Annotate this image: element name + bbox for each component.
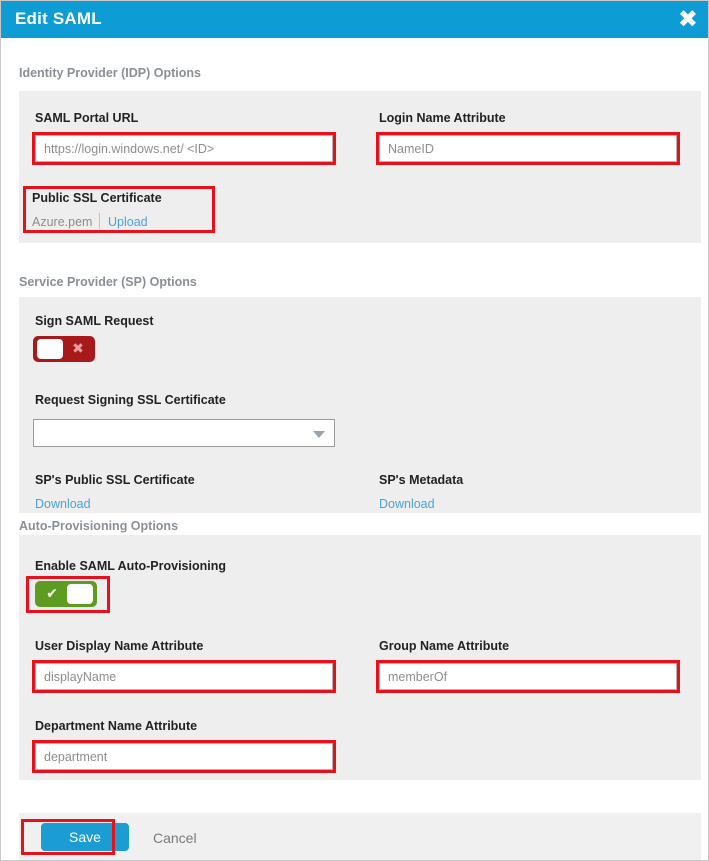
toggle-knob	[67, 584, 93, 604]
section-header-idp: Identity Provider (IDP) Options	[19, 66, 201, 80]
close-icon[interactable]: ✖	[678, 5, 698, 33]
cross-icon: ✖	[72, 341, 84, 357]
sp-metadata-label: SP's Metadata	[379, 473, 464, 487]
sp-metadata-download-link[interactable]: Download	[379, 497, 435, 511]
group-name-attribute-label: Group Name Attribute	[379, 639, 510, 653]
section-header-autoprovisioning: Auto-Provisioning Options	[19, 519, 179, 533]
public-ssl-certificate-filename: Azure.pem	[32, 215, 93, 229]
check-icon: ✔	[46, 586, 58, 602]
section-header-sp: Service Provider (SP) Options	[19, 275, 197, 289]
enable-saml-auto-provisioning-label: Enable SAML Auto-Provisioning	[35, 559, 226, 573]
request-signing-ssl-certificate-label: Request Signing SSL Certificate	[35, 393, 226, 407]
user-display-name-attribute-input[interactable]	[35, 663, 333, 690]
sp-public-ssl-certificate-download-link[interactable]: Download	[35, 497, 91, 511]
login-name-attribute-input[interactable]	[379, 135, 677, 162]
cancel-button[interactable]: Cancel	[147, 829, 203, 847]
dialog-footer: Save Cancel	[19, 813, 701, 860]
saml-portal-url-label: SAML Portal URL	[35, 111, 139, 125]
sp-public-ssl-certificate-label: SP's Public SSL Certificate	[35, 473, 195, 487]
toggle-knob	[37, 339, 63, 359]
saml-portal-url-input[interactable]	[35, 135, 333, 162]
group-name-attribute-input[interactable]	[379, 663, 677, 690]
dialog-titlebar: Edit SAML ✖	[1, 1, 708, 38]
divider	[99, 213, 100, 229]
request-signing-ssl-certificate-select[interactable]	[33, 419, 335, 447]
department-name-attribute-input[interactable]	[35, 743, 333, 770]
save-button[interactable]: Save	[41, 823, 129, 851]
department-name-attribute-label: Department Name Attribute	[35, 719, 198, 733]
edit-saml-dialog: Edit SAML ✖ Identity Provider (IDP) Opti…	[0, 0, 709, 861]
upload-certificate-link[interactable]: Upload	[108, 215, 148, 229]
login-name-attribute-label: Login Name Attribute	[379, 111, 506, 125]
public-ssl-certificate-label: Public SSL Certificate	[32, 191, 162, 205]
sign-saml-request-label: Sign SAML Request	[35, 314, 154, 328]
user-display-name-attribute-label: User Display Name Attribute	[35, 639, 204, 653]
enable-saml-auto-provisioning-toggle[interactable]: ✔	[35, 581, 97, 607]
dialog-title: Edit SAML	[15, 9, 102, 28]
chevron-down-icon	[313, 431, 325, 438]
sign-saml-request-toggle[interactable]: ✖	[33, 336, 95, 362]
